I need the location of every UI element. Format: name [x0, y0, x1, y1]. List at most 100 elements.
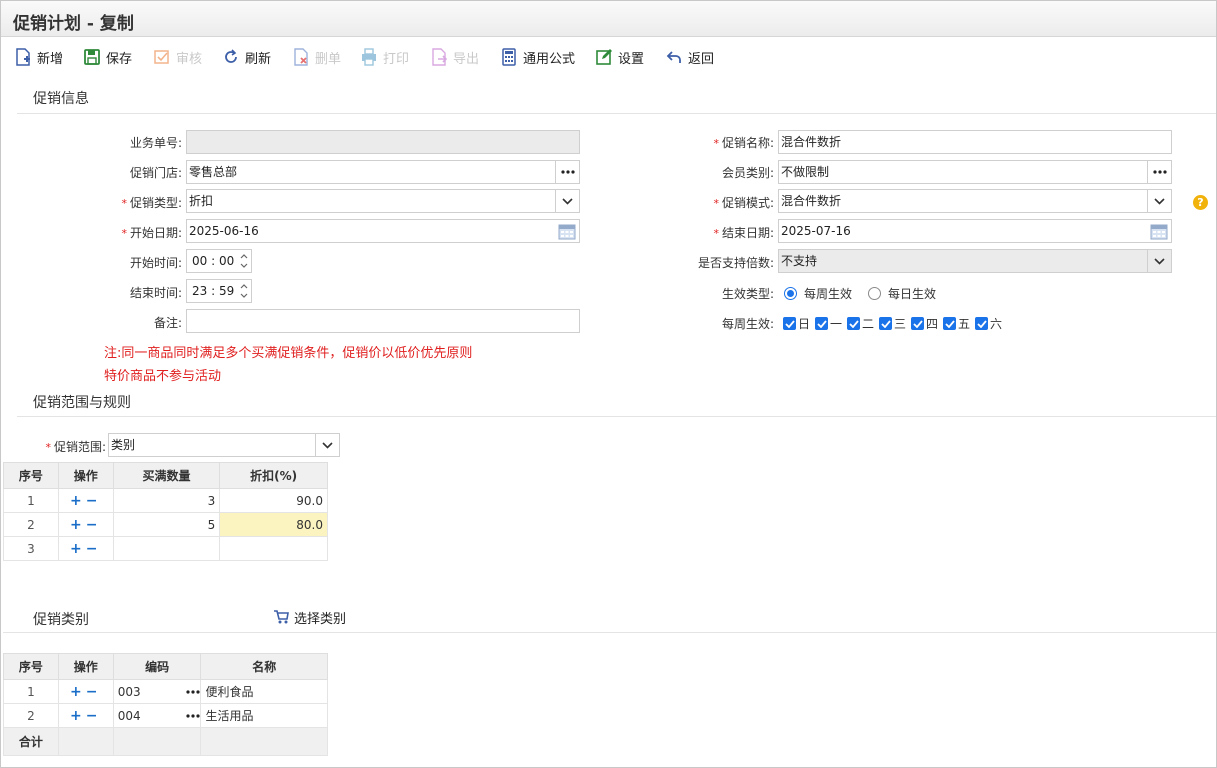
audit-button[interactable]: 审核: [153, 47, 202, 67]
radio-unchecked-icon: [868, 287, 881, 300]
type-select[interactable]: 折扣: [186, 189, 580, 213]
checkbox-checked-icon: [847, 317, 860, 330]
section-title-scope: 促销范围与规则: [33, 395, 131, 411]
type-label: * 促销类型:: [60, 194, 182, 211]
start-date-calendar-button[interactable]: [555, 220, 579, 242]
mode-label-text: 促销模式:: [721, 196, 774, 210]
radio-daily[interactable]: 每日生效: [868, 285, 936, 302]
scope-select[interactable]: 类别: [108, 433, 340, 457]
mode-label: * 促销模式:: [654, 194, 774, 211]
end-time-input[interactable]: 23 : 59: [186, 279, 252, 303]
end-date-input[interactable]: 2025-07-16: [778, 219, 1172, 243]
effect-type-label: 生效类型:: [721, 287, 774, 301]
category-table: 序号 操作 编码 名称 1 +− 003 便利食品 2 +− 004 生活用品 …: [3, 653, 328, 756]
code-cell[interactable]: 003: [112, 679, 202, 704]
start-time-value: 00 : 00: [192, 254, 235, 268]
section-divider: [17, 416, 1216, 417]
audit-icon: [154, 50, 169, 64]
section-divider: [17, 113, 1216, 114]
radio-weekly[interactable]: 每周生效: [784, 285, 852, 302]
export-button[interactable]: 导出: [430, 47, 479, 67]
end-date-calendar-button[interactable]: [1147, 220, 1171, 242]
mode-dropdown-button[interactable]: [1147, 190, 1171, 212]
edit-settings-icon: [596, 49, 612, 65]
back-label: 返回: [688, 51, 715, 67]
checkbox-checked-icon: [975, 317, 988, 330]
checkbox-sat[interactable]: 六: [975, 315, 1002, 332]
print-button[interactable]: 打印: [360, 47, 409, 67]
row-actions: +−: [57, 488, 114, 513]
checkbox-sun[interactable]: 日: [783, 315, 810, 332]
add-row-icon[interactable]: +: [70, 708, 86, 724]
add-row-icon[interactable]: +: [70, 541, 86, 557]
row-number: 2: [3, 703, 59, 728]
formula-button[interactable]: 通用公式: [500, 47, 575, 67]
qty-cell[interactable]: 3: [112, 488, 221, 513]
discount-cell[interactable]: 80.0: [219, 512, 328, 537]
table-row: 3 +−: [3, 536, 328, 561]
start-date-input[interactable]: 2025-06-16: [186, 219, 580, 243]
remark-input[interactable]: [186, 309, 580, 333]
total-label: 合计: [3, 727, 59, 756]
add-row-icon[interactable]: +: [70, 684, 86, 700]
end-time-spinner[interactable]: [237, 280, 251, 302]
title-bar: 促销计划 - 复制: [1, 1, 1216, 37]
checkbox-mon[interactable]: 一: [815, 315, 842, 332]
add-row-icon[interactable]: +: [70, 493, 86, 509]
delete-button[interactable]: 删单: [292, 47, 341, 67]
type-dropdown-button[interactable]: [555, 190, 579, 212]
remove-row-icon[interactable]: −: [86, 541, 102, 557]
export-icon: [432, 48, 448, 66]
discount-cell[interactable]: 90.0: [219, 488, 328, 513]
remove-row-icon[interactable]: −: [86, 517, 102, 533]
start-date-value: 2025-06-16: [189, 224, 259, 238]
ellipsis-icon[interactable]: [186, 690, 201, 694]
refresh-label: 刷新: [245, 51, 272, 67]
member-input[interactable]: 不做限制: [778, 160, 1172, 184]
name-input[interactable]: 混合件数折: [778, 130, 1172, 154]
required-mark: *: [713, 227, 719, 240]
store-label: 促销门店:: [129, 166, 182, 180]
back-button[interactable]: 返回: [665, 47, 714, 67]
scope-dropdown-button[interactable]: [315, 434, 339, 456]
select-category-button[interactable]: 选择类别: [273, 607, 346, 627]
help-icon[interactable]: ?: [1193, 195, 1208, 210]
store-input[interactable]: 零售总部: [186, 160, 580, 184]
cart-icon: [274, 610, 289, 624]
remove-row-icon[interactable]: −: [86, 493, 102, 509]
save-button[interactable]: 保存: [83, 47, 132, 67]
refresh-button[interactable]: 刷新: [222, 47, 271, 67]
ellipsis-icon[interactable]: [186, 714, 201, 718]
settings-button[interactable]: 设置: [595, 47, 644, 67]
remark-label: 备注:: [153, 316, 182, 330]
add-row-icon[interactable]: +: [70, 517, 86, 533]
qty-cell[interactable]: 5: [112, 512, 221, 537]
start-time-spinner[interactable]: [237, 250, 251, 272]
col-header: 操作: [57, 653, 114, 680]
checkbox-fri[interactable]: 五: [943, 315, 970, 332]
new-label: 新增: [37, 51, 64, 67]
checkbox-wed[interactable]: 三: [879, 315, 906, 332]
end-date-label: * 结束日期:: [654, 224, 774, 241]
mode-select[interactable]: 混合件数折: [778, 189, 1172, 213]
name-cell: 便利食品: [200, 679, 328, 704]
new-button[interactable]: 新增: [14, 47, 63, 67]
day-label: 四: [926, 317, 939, 331]
remove-row-icon[interactable]: −: [86, 684, 102, 700]
start-time-input[interactable]: 00 : 00: [186, 249, 252, 273]
export-label: 导出: [453, 51, 480, 67]
code-cell[interactable]: 004: [112, 703, 202, 728]
checkbox-tue[interactable]: 二: [847, 315, 874, 332]
qty-cell[interactable]: [112, 536, 221, 561]
code-value: 004: [117, 708, 141, 723]
return-arrow-icon: [666, 51, 681, 63]
member-picker-button[interactable]: [1147, 161, 1171, 183]
store-picker-button[interactable]: [555, 161, 579, 183]
end-date-label-text: 结束日期:: [721, 226, 774, 240]
checkbox-thu[interactable]: 四: [911, 315, 938, 332]
discount-cell[interactable]: [219, 536, 328, 561]
audit-label: 审核: [176, 51, 203, 67]
table-row: 1 +− 3 90.0: [3, 488, 328, 513]
col-header: 折扣(%): [219, 462, 328, 489]
remove-row-icon[interactable]: −: [86, 708, 102, 724]
